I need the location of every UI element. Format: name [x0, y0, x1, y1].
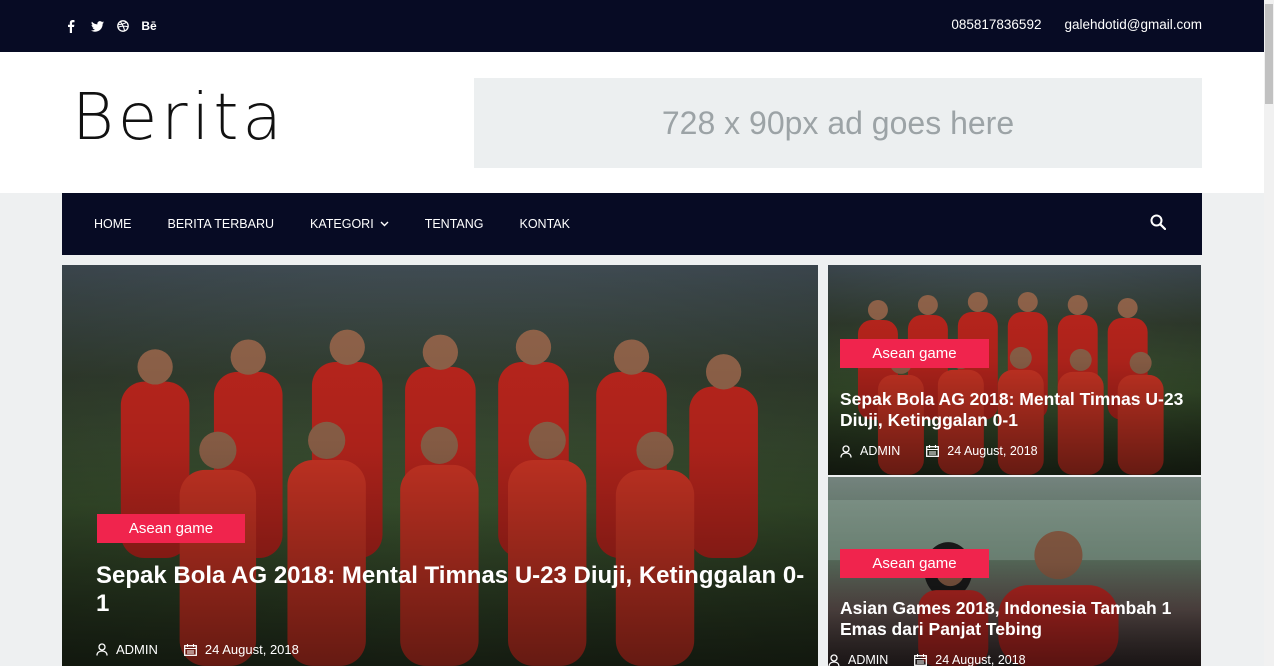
nav-item-kategori[interactable]: KATEGORI — [310, 217, 389, 231]
scrollbar-thumb[interactable] — [1265, 4, 1273, 104]
dribbble-icon[interactable] — [110, 16, 136, 36]
search-icon[interactable] — [1150, 214, 1167, 235]
facebook-icon[interactable] — [58, 16, 84, 36]
social-links: Bē — [58, 16, 162, 36]
article-date: 24 August, 2018 — [935, 653, 1026, 666]
site-header: Berita 728 x 90px ad goes here — [0, 52, 1264, 193]
author-name[interactable]: ADMIN — [116, 642, 158, 657]
behance-icon[interactable]: Bē — [136, 16, 162, 36]
calendar-icon — [914, 654, 928, 666]
nav-item-kontak[interactable]: KONTAK — [519, 217, 569, 231]
user-icon — [828, 653, 840, 666]
article-title[interactable]: Asian Games 2018, Indonesia Tambah 1 Ema… — [840, 598, 1195, 640]
author-name[interactable]: ADMIN — [860, 444, 900, 458]
top-bar: Bē 085817836592 galehdotid@gmail.com — [0, 0, 1264, 52]
featured-main-card[interactable]: Asean game Sepak Bola AG 2018: Mental Ti… — [62, 265, 818, 666]
article-meta: ADMIN 24 August, 2018 — [840, 444, 1038, 458]
category-badge[interactable]: Asean game — [97, 514, 245, 543]
article-meta: ADMIN 24 August, 2018 — [828, 653, 1026, 666]
featured-side-card[interactable]: Asean game Asian Games 2018, Indonesia T… — [828, 477, 1201, 666]
user-icon — [840, 444, 852, 458]
article-title[interactable]: Sepak Bola AG 2018: Mental Timnas U-23 D… — [96, 562, 806, 618]
nav-item-berita-terbaru[interactable]: BERITA TERBARU — [168, 217, 275, 231]
article-title[interactable]: Sepak Bola AG 2018: Mental Timnas U-23 D… — [840, 389, 1195, 431]
chevron-down-icon — [380, 221, 389, 227]
main-navigation: HOME BERITA TERBARU KATEGORI TENTANG KON… — [62, 193, 1202, 255]
article-meta: ADMIN 24 August, 2018 — [96, 642, 299, 657]
calendar-icon — [183, 643, 197, 656]
contact-info: 085817836592 galehdotid@gmail.com — [951, 17, 1202, 32]
article-date: 24 August, 2018 — [204, 642, 299, 657]
user-icon — [96, 643, 108, 656]
nav-item-home[interactable]: HOME — [94, 217, 132, 231]
category-badge[interactable]: Asean game — [840, 549, 989, 578]
site-logo[interactable]: Berita — [72, 86, 286, 150]
twitter-icon[interactable] — [84, 16, 110, 36]
category-badge[interactable]: Asean game — [840, 339, 989, 368]
calendar-icon — [926, 445, 940, 457]
author-name[interactable]: ADMIN — [848, 653, 888, 666]
featured-side-card[interactable]: Asean game Sepak Bola AG 2018: Mental Ti… — [828, 265, 1201, 475]
nav-item-tentang[interactable]: TENTANG — [425, 217, 484, 231]
phone-number: 085817836592 — [951, 17, 1042, 32]
ad-banner[interactable]: 728 x 90px ad goes here — [474, 78, 1202, 168]
article-date: 24 August, 2018 — [947, 444, 1038, 458]
email-address[interactable]: galehdotid@gmail.com — [1064, 17, 1202, 32]
page-scrollbar[interactable] — [1264, 0, 1274, 666]
